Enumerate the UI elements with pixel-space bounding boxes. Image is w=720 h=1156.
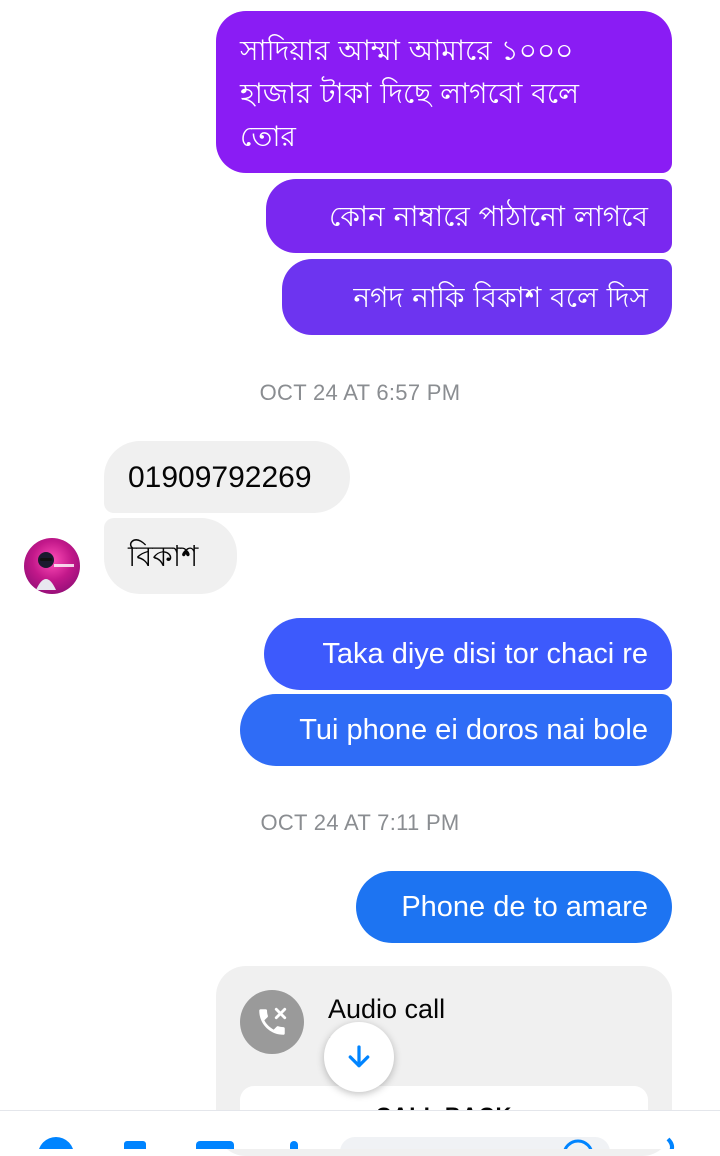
timestamp: OCT 24 AT 6:57 PM [259, 380, 461, 405]
outgoing-message[interactable]: নগদ নাকি বিকাশ বলে দিস [282, 259, 672, 335]
outgoing-message[interactable]: Tui phone ei doros nai bole [240, 694, 672, 766]
missed-call-icon [240, 990, 304, 1054]
message-text: নগদ নাকি বিকাশ বলে দিস [353, 280, 648, 314]
outgoing-message[interactable]: সাদিয়ার আম্মা আমারে ১০০০ হাজার টাকা দিছ… [216, 11, 672, 173]
arrow-down-icon [348, 1045, 370, 1068]
avatar-image [36, 552, 74, 590]
message-line: হাজার টাকা দিছে লাগবো বলে [240, 77, 580, 110]
incoming-message[interactable]: 01909792269 [104, 441, 350, 513]
message-composer [0, 1110, 720, 1156]
outgoing-message[interactable]: কোন নাম্বারে পাঠানো লাগবে [266, 179, 672, 253]
message-line: সাদিয়ার আম্মা আমারে ১০০০ [240, 34, 574, 67]
scroll-to-bottom-button[interactable] [324, 1022, 394, 1092]
outgoing-message[interactable]: Phone de to amare [356, 871, 672, 943]
message-text: বিকাশ [128, 538, 199, 573]
timestamp: OCT 24 AT 7:11 PM [260, 810, 460, 835]
contact-avatar[interactable] [24, 538, 80, 594]
call-title: Audio call [328, 994, 446, 1024]
incoming-message[interactable]: বিকাশ [104, 518, 237, 594]
outgoing-message[interactable]: Taka diye disi tor chaci re [264, 618, 672, 690]
message-text: Taka diye disi tor chaci re [322, 637, 648, 670]
apps-icon [38, 1137, 74, 1156]
message-text: কোন নাম্বারে পাঠানো লাগবে [328, 199, 648, 233]
composer-toolbar [38, 1137, 674, 1156]
message-text: Tui phone ei doros nai bole [299, 713, 648, 746]
message-text: Phone de to amare [401, 890, 648, 923]
message-line: তোর [240, 120, 296, 153]
message-text: 01909792269 [128, 460, 312, 494]
